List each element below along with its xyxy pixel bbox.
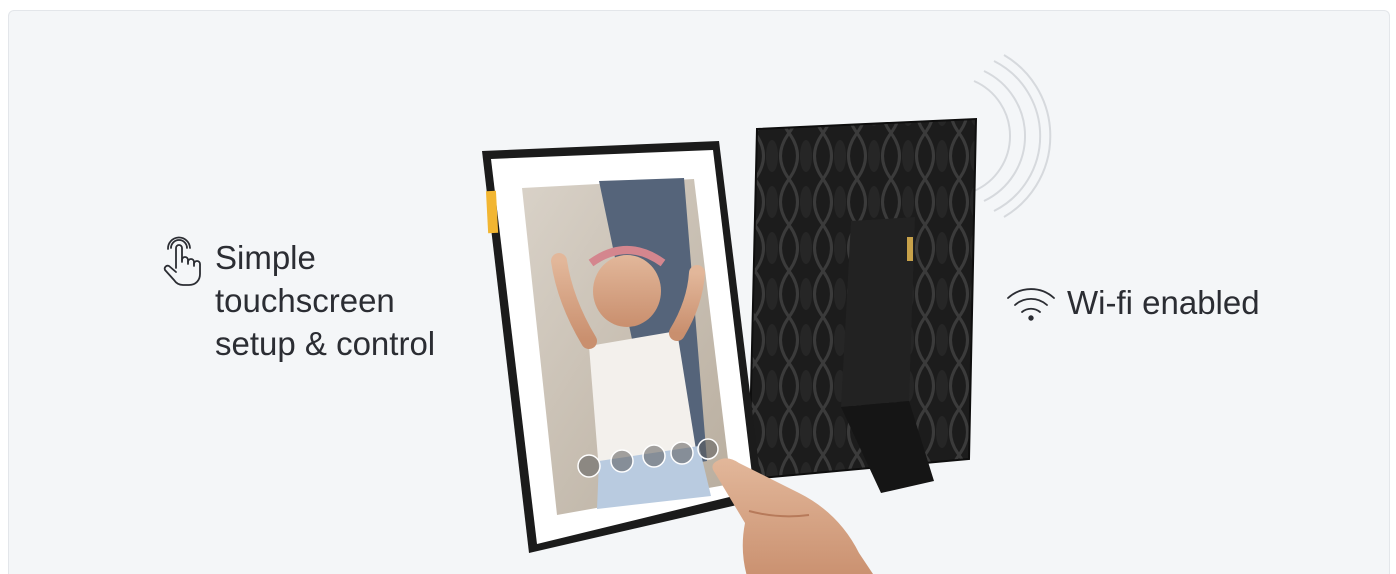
feature-touchscreen-label: Simple touchscreen setup & control <box>215 239 436 362</box>
photo-frame-illustration <box>482 54 1052 574</box>
feature-wifi-label: Wi-fi enabled <box>1067 284 1260 321</box>
touch-hand-icon <box>163 236 201 286</box>
photo-frame-front <box>482 141 763 553</box>
feature-touchscreen: Simple touchscreen setup & control <box>159 236 465 365</box>
frame-back-view <box>747 117 978 493</box>
slideshow-icon <box>610 449 634 473</box>
product-banner: Simple touchscreen setup & control Wi-fi… <box>8 10 1390 574</box>
heart-icon <box>697 438 719 460</box>
settings-icon <box>642 444 666 468</box>
pause-icon <box>670 441 694 465</box>
hand-illustration <box>712 458 873 574</box>
signal-waves <box>973 54 1052 218</box>
power-icon <box>577 454 601 478</box>
